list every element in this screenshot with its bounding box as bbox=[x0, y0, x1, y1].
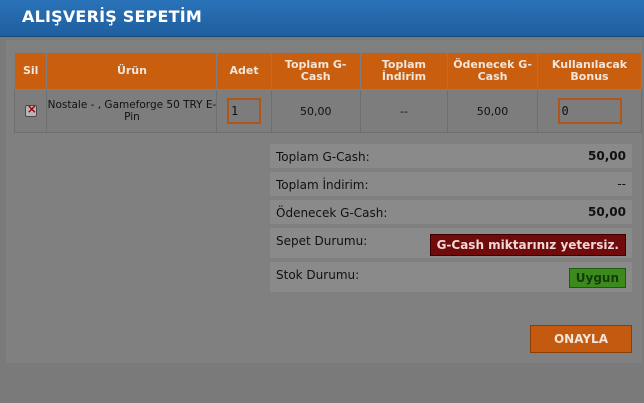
table-row: Nostale - , Gameforge 50 TRY E-Pin 50,00… bbox=[13, 89, 642, 133]
total-discount-cell: -- bbox=[359, 89, 449, 133]
summary-row-total-gcash: Toplam G-Cash: 50,00 bbox=[270, 144, 632, 168]
cart-header: ALIŞVERİŞ SEPETİM bbox=[0, 0, 644, 37]
summary-row-cart-status: Sepet Durumu: G-Cash miktarınız yetersiz… bbox=[270, 228, 632, 258]
cart-window: ALIŞVERİŞ SEPETİM Sil Ürün Adet Toplam G… bbox=[0, 0, 644, 403]
remove-icon[interactable] bbox=[24, 102, 37, 117]
bonus-input[interactable] bbox=[557, 98, 622, 124]
total-gcash-label: Toplam G-Cash: bbox=[276, 150, 370, 164]
summary-row-total-discount: Toplam İndirim: -- bbox=[270, 172, 632, 196]
column-header-total-discount: Toplam İndirim bbox=[359, 52, 449, 90]
column-header-payable-gcash: Ödenecek G-Cash bbox=[447, 52, 538, 90]
column-header-sil: Sil bbox=[13, 52, 48, 90]
quantity-cell bbox=[216, 89, 272, 133]
cart-table: Sil Ürün Adet Toplam G-Cash Toplam İndir… bbox=[13, 52, 642, 133]
total-discount-value: -- bbox=[617, 177, 626, 191]
cart-status-badge: G-Cash miktarınız yetersiz. bbox=[429, 234, 626, 256]
bonus-cell bbox=[537, 89, 642, 133]
total-discount-label: Toplam İndirim: bbox=[276, 178, 369, 192]
payable-gcash-label: Ödenecek G-Cash: bbox=[276, 206, 388, 220]
column-header-product: Ürün bbox=[46, 52, 218, 90]
cart-status-label: Sepet Durumu: bbox=[276, 234, 368, 248]
column-header-quantity: Adet bbox=[216, 52, 272, 90]
payable-gcash-value: 50,00 bbox=[588, 205, 626, 219]
total-gcash-value: 50,00 bbox=[588, 149, 626, 163]
cart-panel: Sil Ürün Adet Toplam G-Cash Toplam İndir… bbox=[6, 40, 642, 371]
summary-row-stock-status: Stok Durumu: Uygun bbox=[270, 262, 632, 292]
confirm-button[interactable]: ONAYLA bbox=[530, 325, 632, 353]
column-header-bonus: Kullanılacak Bonus bbox=[537, 52, 642, 90]
column-header-total-gcash: Toplam G-Cash bbox=[270, 52, 361, 90]
cart-table-header-row: Sil Ürün Adet Toplam G-Cash Toplam İndir… bbox=[13, 52, 642, 90]
stock-status-label: Stok Durumu: bbox=[276, 268, 360, 282]
summary: Toplam G-Cash: 50,00 Toplam İndirim: -- … bbox=[270, 144, 632, 296]
total-gcash-cell: 50,00 bbox=[270, 89, 361, 133]
summary-row-payable-gcash: Ödenecek G-Cash: 50,00 bbox=[270, 200, 632, 224]
product-name: Nostale - , Gameforge 50 TRY E-Pin bbox=[46, 89, 218, 133]
page-title: ALIŞVERİŞ SEPETİM bbox=[22, 7, 203, 26]
quantity-input[interactable] bbox=[227, 98, 262, 124]
payable-gcash-cell: 50,00 bbox=[447, 89, 538, 133]
remove-cell bbox=[13, 89, 48, 133]
stock-status-badge: Uygun bbox=[568, 268, 626, 288]
